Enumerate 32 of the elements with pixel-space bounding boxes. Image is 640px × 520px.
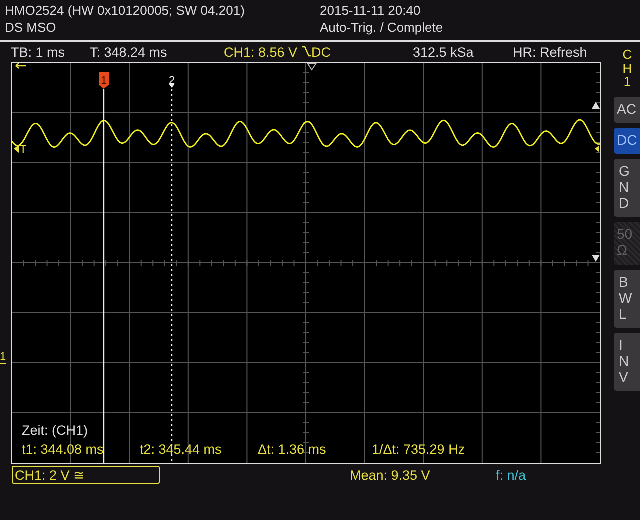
coupling-button[interactable]: DC bbox=[614, 128, 640, 154]
measurement-value: 1/Δt: 735.29 Hz bbox=[372, 442, 466, 457]
coupling-button[interactable]: GND bbox=[614, 159, 640, 218]
coupling-button[interactable]: BWL bbox=[614, 270, 640, 328]
measurement-value: t1: 344.08 ms bbox=[22, 442, 105, 457]
measurement-title: Zeit: (CH1) bbox=[22, 423, 88, 438]
trigger-level: CH1: 8.56 V bbox=[224, 44, 298, 60]
timebase-label: TB: 1 ms bbox=[11, 44, 66, 60]
cursor-label: 1 bbox=[100, 75, 108, 87]
trigger-arrow-icon bbox=[14, 145, 19, 153]
channel-title: CH1 bbox=[622, 48, 634, 89]
trigger-status: Auto-Trig. / Complete bbox=[320, 19, 444, 36]
acquisition-mode: HR: Refresh bbox=[513, 44, 588, 60]
measurement-value: Δt: 1.36 ms bbox=[258, 442, 328, 457]
mean-value: Mean: 9.35 V bbox=[350, 468, 432, 482]
trigger-coupling: DC bbox=[312, 44, 332, 60]
channel-scale[interactable]: CH1: 2 V ≅ bbox=[12, 466, 160, 484]
trigger-time: T: 348.24 ms bbox=[90, 44, 168, 60]
left-arrow-icon bbox=[15, 63, 27, 70]
trigger-position-icon bbox=[307, 64, 317, 71]
frequency-value: f: n/a bbox=[496, 468, 526, 482]
trigger-marker: T bbox=[20, 144, 27, 156]
falling-edge-icon bbox=[300, 46, 311, 58]
measurement-value: t2: 345.44 ms bbox=[140, 442, 223, 457]
date-time: 2015-11-11 20:40 bbox=[320, 2, 421, 19]
mode-label: DS MSO bbox=[5, 19, 56, 36]
offset-marker-icon bbox=[595, 146, 599, 152]
device-info: HMO2524 (HW 0x10120005; SW 04.201) bbox=[5, 2, 245, 19]
sample-rate: 312.5 kSa bbox=[413, 44, 475, 60]
coupling-button[interactable]: INV bbox=[614, 332, 640, 392]
cursor-label: 2 bbox=[168, 75, 176, 87]
coupling-button[interactable]: AC bbox=[614, 96, 640, 124]
